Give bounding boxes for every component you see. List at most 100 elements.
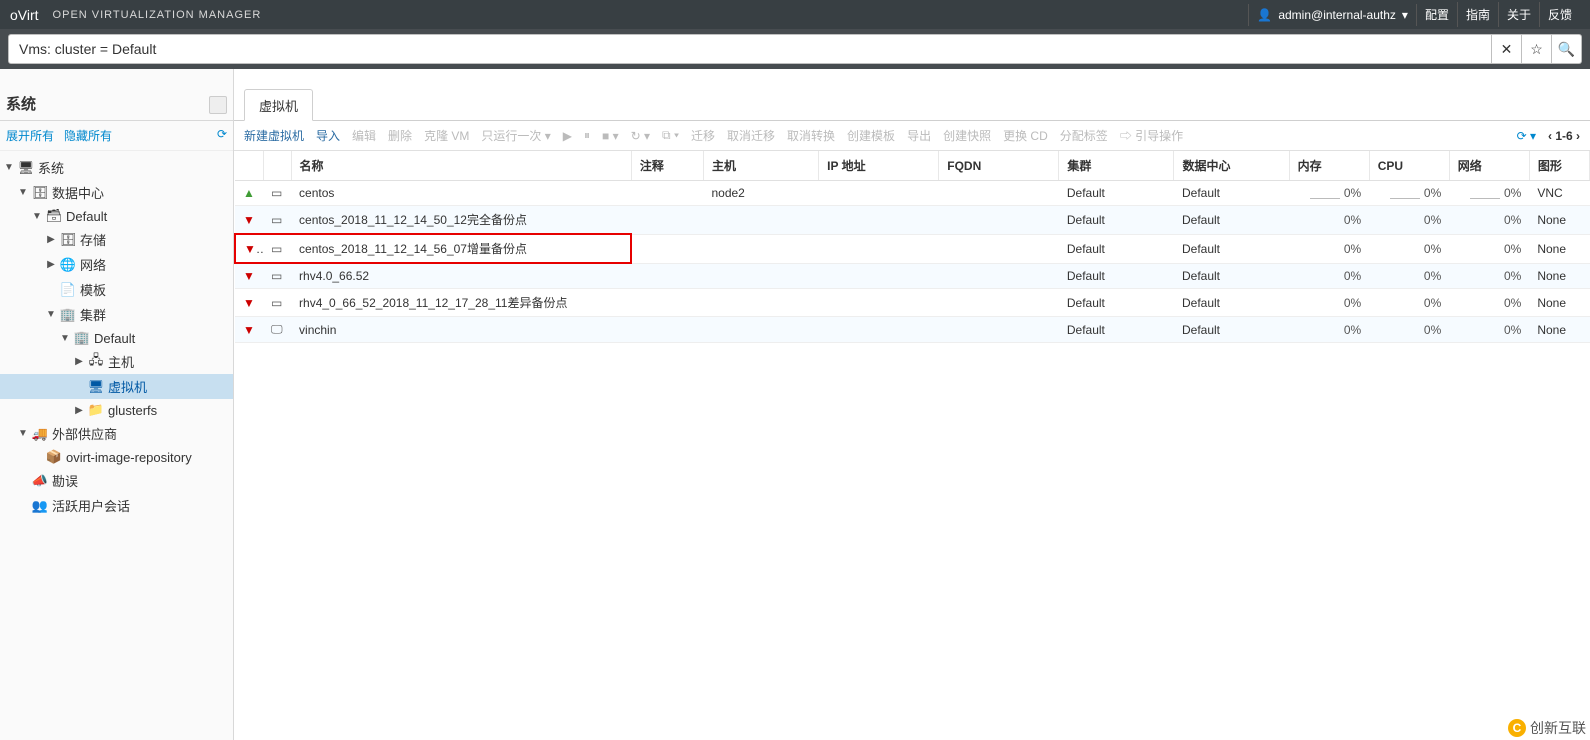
tree-item-勘误[interactable]: 📣勘误 xyxy=(0,468,233,493)
tree-item-label: 网络 xyxy=(80,255,106,274)
table-row[interactable]: ▼▭rhv4.0_66.52DefaultDefault0%0%0%None xyxy=(235,263,1590,289)
tree-item-存储[interactable]: ▶🗄存储 xyxy=(0,227,233,252)
status-icon: ▼ xyxy=(235,263,263,289)
tree-item-主机[interactable]: ▶🖧主机 xyxy=(0,349,233,374)
vm-icon: 🖥 xyxy=(88,379,104,395)
tab-vms[interactable]: 虚拟机 xyxy=(244,89,313,121)
top-link-guide[interactable]: 指南 xyxy=(1458,2,1499,27)
bookmark-search-button[interactable]: ☆ xyxy=(1522,34,1552,64)
cell-graphics: None xyxy=(1529,206,1589,235)
col-数据中心[interactable]: 数据中心 xyxy=(1174,151,1289,181)
tree-toggle-icon[interactable]: ▶ xyxy=(74,405,84,416)
toolbar-⏸: ⏸ xyxy=(584,128,590,143)
tree-toggle-icon[interactable]: ▼ xyxy=(46,309,56,320)
tree-item-系统[interactable]: ▼🖥系统 xyxy=(0,155,233,180)
col-集群[interactable]: 集群 xyxy=(1059,151,1174,181)
cell-net: 0% xyxy=(1449,234,1529,263)
cell-fqdn xyxy=(939,234,1059,263)
toolbar-refresh[interactable]: ⟳ ▾ xyxy=(1517,129,1536,143)
tree-item-label: 勘误 xyxy=(52,471,78,490)
toolbar-取消迁移: 取消迁移 xyxy=(727,127,775,144)
cell-net: 0% xyxy=(1449,317,1529,343)
search-icon: 🔍 xyxy=(1558,41,1575,58)
table-body: ▲▭centosnode2DefaultDefault0%0%0%VNC▼▭ce… xyxy=(235,181,1590,343)
tree-toggle-icon[interactable]: ▶ xyxy=(46,234,56,245)
cell-cpu: 0% xyxy=(1369,289,1449,317)
col-icon[interactable] xyxy=(263,151,291,181)
tree-item-数据中心[interactable]: ▼🗄数据中心 xyxy=(0,180,233,205)
tree-item-活跃用户会话[interactable]: 👥活跃用户会话 xyxy=(0,493,233,518)
cell-host: node2 xyxy=(703,181,818,206)
tree-item-Default[interactable]: ▼🏢Default xyxy=(0,327,233,349)
tree-item-虚拟机[interactable]: 🖥虚拟机 xyxy=(0,374,233,399)
col-主机[interactable]: 主机 xyxy=(703,151,818,181)
col-CPU[interactable]: CPU xyxy=(1369,151,1449,181)
top-link-about[interactable]: 关于 xyxy=(1499,2,1540,27)
cell-host xyxy=(703,206,818,235)
cell-dc: Default xyxy=(1174,263,1289,289)
col-内存[interactable]: 内存 xyxy=(1289,151,1369,181)
tree-toggle-icon[interactable]: ▼ xyxy=(4,162,14,173)
col-图形[interactable]: 图形 xyxy=(1529,151,1589,181)
brand: oVirt OPEN VIRTUALIZATION MANAGER xyxy=(10,7,261,23)
search-input[interactable] xyxy=(8,34,1492,64)
tree-toggle-icon[interactable]: ▶ xyxy=(74,356,84,367)
tree-item-模板[interactable]: 📄模板 xyxy=(0,277,233,302)
search-button[interactable]: 🔍 xyxy=(1552,34,1582,64)
col-FQDN[interactable]: FQDN xyxy=(939,151,1059,181)
table-row[interactable]: ▼▭centos_2018_11_12_14_50_12完全备份点Default… xyxy=(235,206,1590,235)
cell-mem: 0% xyxy=(1289,181,1369,206)
refresh-icon[interactable]: ⟳ xyxy=(217,127,227,144)
tree-item-label: ovirt-image-repository xyxy=(66,450,192,465)
cell-mem: 0% xyxy=(1289,263,1369,289)
toolbar-迁移: 迁移 xyxy=(691,127,715,144)
toolbar-导入[interactable]: 导入 xyxy=(316,127,340,144)
user-menu[interactable]: 👤 admin@internal-authz ▾ xyxy=(1248,4,1417,26)
vm-table: 名称注释主机IP 地址FQDN集群数据中心内存CPU网络图形 ▲▭centosn… xyxy=(234,151,1590,343)
col-网络[interactable]: 网络 xyxy=(1449,151,1529,181)
tree-toggle-icon[interactable]: ▼ xyxy=(18,428,28,439)
tree-toggle-icon[interactable]: ▶ xyxy=(46,259,56,270)
tree-item-label: Default xyxy=(94,331,135,346)
tree-item-外部供应商[interactable]: ▼🚚外部供应商 xyxy=(0,421,233,446)
user-icon: 👤 xyxy=(1257,8,1272,22)
tree-item-集群[interactable]: ▼🏢集群 xyxy=(0,302,233,327)
expand-all-link[interactable]: 展开所有 xyxy=(6,127,54,144)
vm-type-icon: ▭ xyxy=(263,206,291,235)
table-row[interactable]: ▼🖵vinchinDefaultDefault0%0%0%None xyxy=(235,317,1590,343)
cell-comment xyxy=(631,181,703,206)
cell-mem: 0% xyxy=(1289,317,1369,343)
clear-search-button[interactable]: ✕ xyxy=(1492,34,1522,64)
close-icon: ✕ xyxy=(1501,41,1513,58)
vm-type-icon: 🖵 xyxy=(263,317,291,343)
cell-fqdn xyxy=(939,263,1059,289)
tree-item-Default[interactable]: ▼🗃Default xyxy=(0,205,233,227)
collapse-all-link[interactable]: 隐藏所有 xyxy=(64,127,112,144)
tree-item-网络[interactable]: ▶ 🌐网络 xyxy=(0,252,233,277)
col-注释[interactable]: 注释 xyxy=(631,151,703,181)
col-IP 地址[interactable]: IP 地址 xyxy=(819,151,939,181)
tree-item-ovirt-image-repository[interactable]: 📦ovirt-image-repository xyxy=(0,446,233,468)
sidebar-search-icon[interactable] xyxy=(209,96,227,114)
tree-item-glusterfs[interactable]: ▶📁glusterfs xyxy=(0,399,233,421)
table-row[interactable]: ▲▭centosnode2DefaultDefault0%0%0%VNC xyxy=(235,181,1590,206)
top-link-feedback[interactable]: 反馈 xyxy=(1540,2,1580,27)
toolbar-新建虚拟机[interactable]: 新建虚拟机 xyxy=(244,127,304,144)
tree-toggle-icon[interactable]: ▼ xyxy=(18,187,28,198)
col-名称[interactable]: 名称 xyxy=(291,151,631,181)
cell-host xyxy=(703,317,818,343)
tree-toggle-icon[interactable]: ▼ xyxy=(60,333,70,344)
top-link-config[interactable]: 配置 xyxy=(1417,2,1458,27)
sidebar: 系统 展开所有 隐藏所有 ⟳ ▼🖥系统▼🗄数据中心▼🗃Default▶🗄存储▶🌐… xyxy=(0,69,234,740)
top-bar: oVirt OPEN VIRTUALIZATION MANAGER 👤 admi… xyxy=(0,0,1590,29)
cell-net: 0% xyxy=(1449,206,1529,235)
session-icon: 👥 xyxy=(32,498,48,514)
table-row[interactable]: ▼▭centos_2018_11_12_14_56_07增量备份点Default… xyxy=(235,234,1590,263)
network-icon: 🌐 xyxy=(60,257,76,273)
tree-toggle-icon[interactable]: ▼ xyxy=(32,211,42,222)
cell-ip xyxy=(819,206,939,235)
cell-mem: 0% xyxy=(1289,289,1369,317)
col-icon[interactable] xyxy=(235,151,263,181)
table-row[interactable]: ▼▭rhv4_0_66_52_2018_11_12_17_28_11差异备份点D… xyxy=(235,289,1590,317)
cell-cpu: 0% xyxy=(1369,181,1449,206)
